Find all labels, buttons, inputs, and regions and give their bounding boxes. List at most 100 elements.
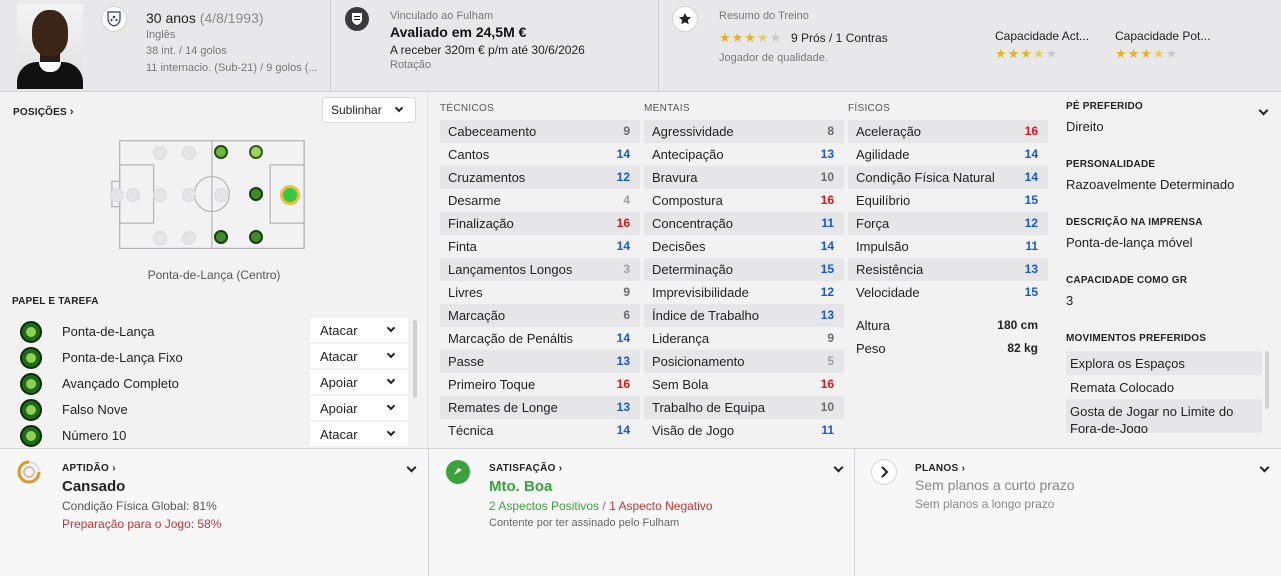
- preferred-move-item[interactable]: Remata Colocado: [1066, 375, 1262, 399]
- attribute-name: Antecipação: [652, 147, 724, 162]
- satisfaction-link[interactable]: SATISFAÇÃO ›: [489, 463, 562, 474]
- attribute-row[interactable]: Cantos 14: [440, 143, 640, 166]
- attribute-row[interactable]: Finalização 16: [440, 212, 640, 235]
- attribute-row[interactable]: Livres 9: [440, 281, 640, 304]
- attribute-value: 13: [820, 308, 834, 322]
- attribute-row[interactable]: Compostura 16: [644, 189, 844, 212]
- attribute-name: Compostura: [652, 193, 723, 208]
- plans-short-term: Sem planos a curto prazo: [915, 477, 1075, 493]
- role-row[interactable]: Falso Nove Apoiar: [12, 396, 408, 422]
- moves-scrollbar[interactable]: [1265, 351, 1269, 409]
- attribute-row[interactable]: Resistência 13: [848, 258, 1048, 281]
- player-value: Avaliado em 24,5M €: [390, 24, 527, 40]
- attribute-name: Primeiro Toque: [448, 377, 536, 392]
- attribute-value: 16: [820, 193, 834, 207]
- chevron-right-icon[interactable]: [872, 460, 896, 484]
- player-age: 30 anos: [146, 10, 196, 26]
- positions-link[interactable]: POSIÇÕES ›: [13, 106, 74, 118]
- attribute-row[interactable]: Concentração 11: [644, 212, 844, 235]
- attribute-name: Impulsão: [856, 239, 909, 254]
- attribute-row[interactable]: Agressividade 8: [644, 120, 844, 143]
- fitness-link[interactable]: APTIDÃO ›: [62, 463, 116, 474]
- duty-value: Apoiar: [320, 401, 358, 416]
- attribute-value: 9: [623, 285, 630, 299]
- role-row[interactable]: Ponta-de-Lança Fixo Atacar: [12, 344, 408, 370]
- gk-ability-value: 3: [1066, 293, 1074, 308]
- attribute-row[interactable]: Marcação de Penáltis 14: [440, 327, 640, 350]
- duty-dropdown[interactable]: Atacar: [310, 318, 408, 342]
- position-dot: [214, 188, 228, 202]
- attribute-row[interactable]: Determinação 15: [644, 258, 844, 281]
- role-row[interactable]: Número 10 Atacar: [12, 422, 408, 448]
- role-row[interactable]: Avançado Completo Apoiar: [12, 370, 408, 396]
- attribute-row[interactable]: Agilidade 14: [848, 143, 1048, 166]
- contract-section: Vinculado ao Fulham Avaliado em 24,5M € …: [330, 0, 658, 92]
- attribute-value: 16: [616, 216, 630, 230]
- duty-dropdown[interactable]: Apoiar: [310, 396, 408, 420]
- attribute-row[interactable]: Liderança 9: [644, 327, 844, 350]
- chevron-down-icon[interactable]: [1258, 102, 1269, 117]
- attribute-value: 15: [1024, 285, 1038, 299]
- attribute-row[interactable]: Sem Bola 16: [644, 373, 844, 396]
- position-name: Ponta-de-Lança (Centro): [147, 268, 281, 282]
- attribute-row[interactable]: Remates de Longe 13: [440, 396, 640, 419]
- role-row[interactable]: Ponta-de-Lança Atacar: [12, 318, 408, 344]
- chevron-down-icon[interactable]: [406, 459, 417, 474]
- negative-aspects[interactable]: 1 Aspecto Negativo: [609, 499, 712, 513]
- attribute-row[interactable]: Marcação 6: [440, 304, 640, 327]
- attribute-row[interactable]: Primeiro Toque 16: [440, 373, 640, 396]
- attribute-row[interactable]: Visão de Jogo 11: [644, 419, 844, 442]
- attribute-name: Desarme: [448, 193, 501, 208]
- highlight-dropdown[interactable]: Sublinhar: [322, 97, 416, 123]
- attribute-row[interactable]: Bravura 10: [644, 166, 844, 189]
- role-suitability-icon: [20, 321, 42, 343]
- preferred-move-item[interactable]: Explora os Espaços: [1066, 351, 1262, 375]
- attribute-name: Resistência: [856, 262, 924, 277]
- attribute-row[interactable]: Finta 14: [440, 235, 640, 258]
- preferred-moves-label: MOVIMENTOS PREFERIDOS: [1066, 333, 1207, 344]
- attribute-row[interactable]: Passe 13: [440, 350, 640, 373]
- contract-club-label[interactable]: Vinculado ao Fulham: [390, 10, 493, 22]
- attribute-row[interactable]: Trabalho de Equipa 10: [644, 396, 844, 419]
- plans-link[interactable]: PLANOS ›: [915, 463, 965, 474]
- attribute-row[interactable]: Equilíbrio 15: [848, 189, 1048, 212]
- attribute-row[interactable]: Imprevisibilidade 12: [644, 281, 844, 304]
- preferred-move-item[interactable]: Gosta de Jogar no Limite do Fora-de-Jogo: [1066, 399, 1262, 433]
- physical-title: FÍSICOS: [848, 103, 891, 114]
- attribute-row[interactable]: Impulsão 11: [848, 235, 1048, 258]
- attribute-row[interactable]: Lançamentos Longos 3: [440, 258, 640, 281]
- roles-scrollbar[interactable]: [413, 320, 417, 398]
- height-value: 180 cm: [997, 318, 1038, 332]
- position-dot-amc-left: [214, 145, 228, 159]
- club-crest-icon[interactable]: [345, 7, 369, 31]
- u21-caps[interactable]: 11 internacio. (Sub-21) / 9 golos (...: [146, 62, 318, 74]
- chevron-down-icon[interactable]: [1259, 459, 1270, 474]
- attribute-row[interactable]: Posicionamento 5: [644, 350, 844, 373]
- attribute-row[interactable]: Técnica 14: [440, 419, 640, 442]
- match-sharpness: Preparação para o Jogo: 58%: [62, 517, 222, 531]
- overall-condition: Condição Física Global: 81%: [62, 499, 217, 513]
- duty-dropdown[interactable]: Atacar: [310, 422, 408, 446]
- attribute-row[interactable]: Aceleração 16: [848, 120, 1048, 143]
- training-summary-title[interactable]: Resumo do Treino: [719, 10, 809, 22]
- plans-title: PLANOS: [915, 463, 959, 474]
- attribute-row[interactable]: Cruzamentos 12: [440, 166, 640, 189]
- positive-aspects[interactable]: 2 Aspectos Positivos: [489, 499, 599, 513]
- attribute-row[interactable]: Antecipação 13: [644, 143, 844, 166]
- duty-dropdown[interactable]: Atacar: [310, 344, 408, 368]
- attribute-row[interactable]: Condição Física Natural 14: [848, 166, 1048, 189]
- international-caps[interactable]: 38 int. / 14 golos: [146, 45, 227, 57]
- attribute-row[interactable]: Força 12: [848, 212, 1048, 235]
- attribute-row[interactable]: Desarme 4: [440, 189, 640, 212]
- attribute-row[interactable]: Cabeceamento 9: [440, 120, 640, 143]
- attribute-row[interactable]: Decisões 14: [644, 235, 844, 258]
- attribute-value: 13: [616, 400, 630, 414]
- attribute-name: Posicionamento: [652, 354, 745, 369]
- chevron-down-icon[interactable]: [833, 459, 844, 474]
- attribute-row[interactable]: Velocidade 15: [848, 281, 1048, 304]
- attribute-name: Decisões: [652, 239, 706, 254]
- attribute-row[interactable]: Índice de Trabalho 13: [644, 304, 844, 327]
- duty-dropdown[interactable]: Apoiar: [310, 370, 408, 394]
- attribute-name: Força: [856, 216, 890, 231]
- attribute-name: Imprevisibilidade: [652, 285, 749, 300]
